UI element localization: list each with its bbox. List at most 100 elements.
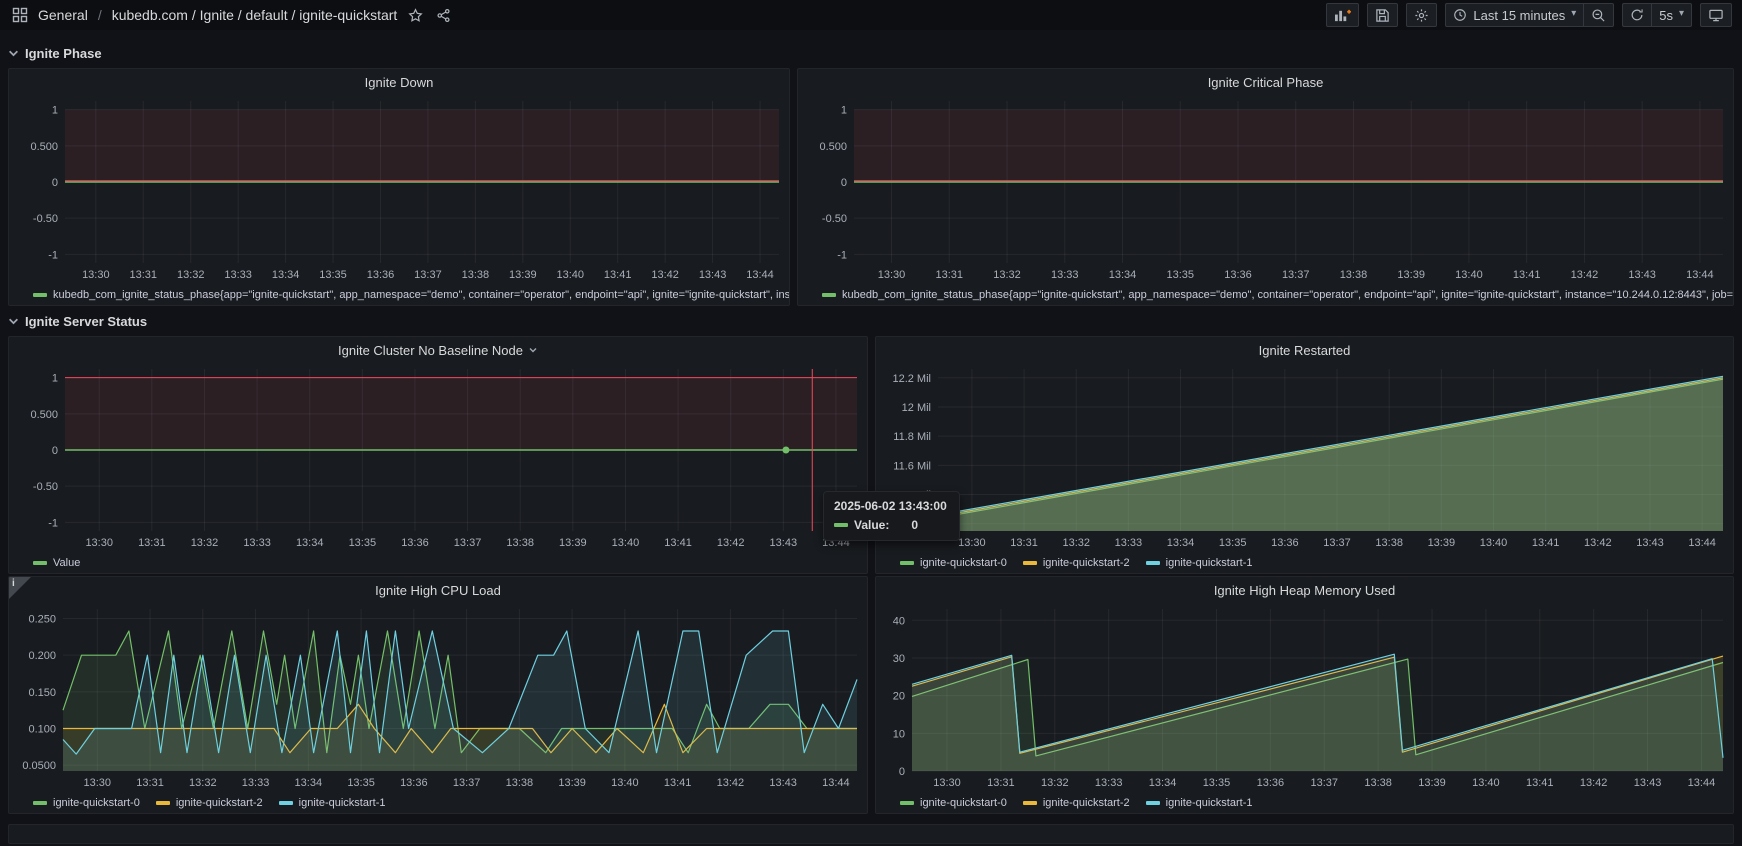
svg-text:13:43: 13:43 [1636, 537, 1664, 549]
time-range-label: Last 15 minutes [1473, 8, 1565, 23]
svg-text:13:31: 13:31 [936, 269, 964, 281]
chevron-down-icon: ▾ [1679, 9, 1684, 19]
row-header-ignite-phase[interactable]: Ignite Phase [8, 40, 1734, 66]
refresh-button[interactable] [1622, 3, 1651, 27]
svg-text:0.0500: 0.0500 [22, 760, 56, 772]
legend-label: ignite-quickstart-1 [1166, 797, 1253, 809]
legend-item[interactable]: ignite-quickstart-1 [1146, 557, 1253, 569]
svg-text:13:32: 13:32 [993, 269, 1021, 281]
time-series-chart[interactable]: 12.2 Mil12 Mil11.8 Mil11.6 Mil11.4 Mil11… [876, 363, 1733, 553]
dashboard-settings-button[interactable] [1406, 3, 1437, 27]
legend-swatch [900, 561, 914, 565]
legend-item[interactable]: Value [33, 557, 80, 569]
panel-legend: ignite-quickstart-0 ignite-quickstart-2 ig… [9, 793, 867, 813]
time-series-chart[interactable]: 40302010013:3013:3113:3213:3313:3413:351… [876, 603, 1733, 793]
svg-text:13:33: 13:33 [242, 777, 270, 789]
legend-item[interactable]: ignite-quickstart-2 [1023, 557, 1130, 569]
share-icon[interactable] [433, 5, 453, 25]
svg-text:13:42: 13:42 [1571, 269, 1599, 281]
legend-item[interactable]: ignite-quickstart-2 [1023, 797, 1130, 809]
svg-text:13:41: 13:41 [1526, 777, 1554, 789]
svg-text:13:30: 13:30 [958, 537, 986, 549]
time-series-chart[interactable]: 10.5000-0.50-113:3013:3113:3213:3313:341… [9, 95, 789, 285]
tooltip-series-swatch [834, 523, 848, 527]
svg-text:30: 30 [893, 653, 905, 665]
legend-item[interactable]: ignite-quickstart-1 [1146, 797, 1253, 809]
tooltip-timestamp: 2025-06-02 13:43:00 [834, 499, 947, 513]
panel-info-corner-icon[interactable]: i [9, 577, 31, 599]
legend-item[interactable]: ignite-quickstart-0 [900, 797, 1007, 809]
svg-text:13:41: 13:41 [1513, 269, 1541, 281]
add-panel-button[interactable] [1326, 3, 1359, 27]
legend-item[interactable]: kubedb_com_ignite_status_phase{app="igni… [33, 289, 789, 301]
svg-text:13:37: 13:37 [453, 777, 481, 789]
svg-text:13:43: 13:43 [1634, 777, 1662, 789]
svg-text:13:30: 13:30 [84, 777, 112, 789]
svg-text:0.500: 0.500 [30, 141, 58, 153]
legend-label: kubedb_com_ignite_status_phase{app="igni… [842, 289, 1733, 301]
legend-swatch [279, 801, 293, 805]
svg-text:13:34: 13:34 [296, 537, 324, 549]
row-title: Ignite Server Status [25, 314, 147, 329]
svg-text:20: 20 [893, 691, 905, 703]
star-icon[interactable] [405, 5, 425, 25]
row-header-ignite-server-status[interactable]: Ignite Server Status [8, 308, 1734, 334]
legend-label: ignite-quickstart-0 [920, 797, 1007, 809]
panel-title[interactable]: Ignite Restarted [876, 337, 1733, 363]
svg-text:13:37: 13:37 [1310, 777, 1338, 789]
legend-swatch [1023, 561, 1037, 565]
svg-text:-0.50: -0.50 [33, 213, 58, 225]
svg-text:13:38: 13:38 [462, 269, 490, 281]
panel-title[interactable]: Ignite Cluster No Baseline Node [9, 337, 867, 363]
svg-text:13:41: 13:41 [664, 777, 692, 789]
panel-ignite-restarted: Ignite Restarted 12.2 Mil12 Mil11.8 Mil1… [875, 336, 1734, 574]
save-dashboard-button[interactable] [1367, 3, 1398, 27]
cycle-view-mode-button[interactable] [1700, 3, 1732, 27]
top-navbar: General / kubedb.com / Ignite / default … [0, 0, 1742, 30]
breadcrumb-folder[interactable]: General [38, 7, 88, 23]
zoom-out-time-button[interactable] [1583, 3, 1614, 27]
time-series-chart[interactable]: 10.5000-0.50-113:3013:3113:3213:3313:341… [9, 363, 867, 553]
refresh-interval-picker[interactable]: 5s ▾ [1651, 3, 1692, 27]
svg-text:-1: -1 [837, 249, 847, 261]
legend-item[interactable]: ignite-quickstart-0 [33, 797, 140, 809]
chevron-down-icon [8, 48, 19, 59]
panel-title[interactable]: Ignite High CPU Load [9, 577, 867, 603]
svg-text:13:30: 13:30 [878, 269, 906, 281]
svg-text:13:35: 13:35 [347, 777, 375, 789]
svg-text:13:33: 13:33 [1115, 537, 1143, 549]
panel-ignite-high-cpu-load: i Ignite High CPU Load 0.2500.2000.1500.… [8, 576, 868, 814]
svg-text:13:34: 13:34 [295, 777, 323, 789]
time-range-picker[interactable]: Last 15 minutes ▾ [1445, 3, 1583, 27]
svg-text:13:42: 13:42 [717, 777, 745, 789]
svg-text:13:35: 13:35 [349, 537, 377, 549]
svg-text:13:33: 13:33 [224, 269, 252, 281]
svg-text:0.150: 0.150 [28, 687, 56, 699]
legend-item[interactable]: kubedb_com_ignite_status_phase{app="igni… [822, 289, 1733, 301]
svg-text:13:36: 13:36 [400, 777, 428, 789]
legend-label: ignite-quickstart-1 [1166, 557, 1253, 569]
svg-text:13:31: 13:31 [130, 269, 158, 281]
breadcrumb-dashboard-title[interactable]: kubedb.com / Ignite / default / ignite-q… [112, 7, 398, 23]
svg-text:13:32: 13:32 [191, 537, 219, 549]
svg-text:13:37: 13:37 [454, 537, 482, 549]
panel-title[interactable]: Ignite Down [9, 69, 789, 95]
svg-text:13:36: 13:36 [1257, 777, 1285, 789]
svg-text:13:32: 13:32 [1062, 537, 1090, 549]
svg-text:13:36: 13:36 [1271, 537, 1299, 549]
panel-title[interactable]: Ignite Critical Phase [798, 69, 1733, 95]
svg-text:-1: -1 [48, 517, 58, 529]
time-series-chart[interactable]: 10.5000-0.50-113:3013:3113:3213:3313:341… [798, 95, 1733, 285]
chevron-down-icon [8, 316, 19, 327]
apps-grid-icon[interactable] [10, 5, 30, 25]
svg-text:10: 10 [893, 728, 905, 740]
legend-item[interactable]: ignite-quickstart-0 [900, 557, 1007, 569]
svg-text:13:40: 13:40 [1480, 537, 1508, 549]
svg-text:-1: -1 [48, 249, 58, 261]
legend-item[interactable]: ignite-quickstart-1 [279, 797, 386, 809]
legend-item[interactable]: ignite-quickstart-2 [156, 797, 263, 809]
svg-text:13:43: 13:43 [769, 777, 797, 789]
panel-title[interactable]: Ignite High Heap Memory Used [876, 577, 1733, 603]
time-series-chart[interactable]: 0.2500.2000.1500.1000.050013:3013:3113:3… [9, 603, 867, 793]
svg-text:12 Mil: 12 Mil [902, 402, 931, 414]
